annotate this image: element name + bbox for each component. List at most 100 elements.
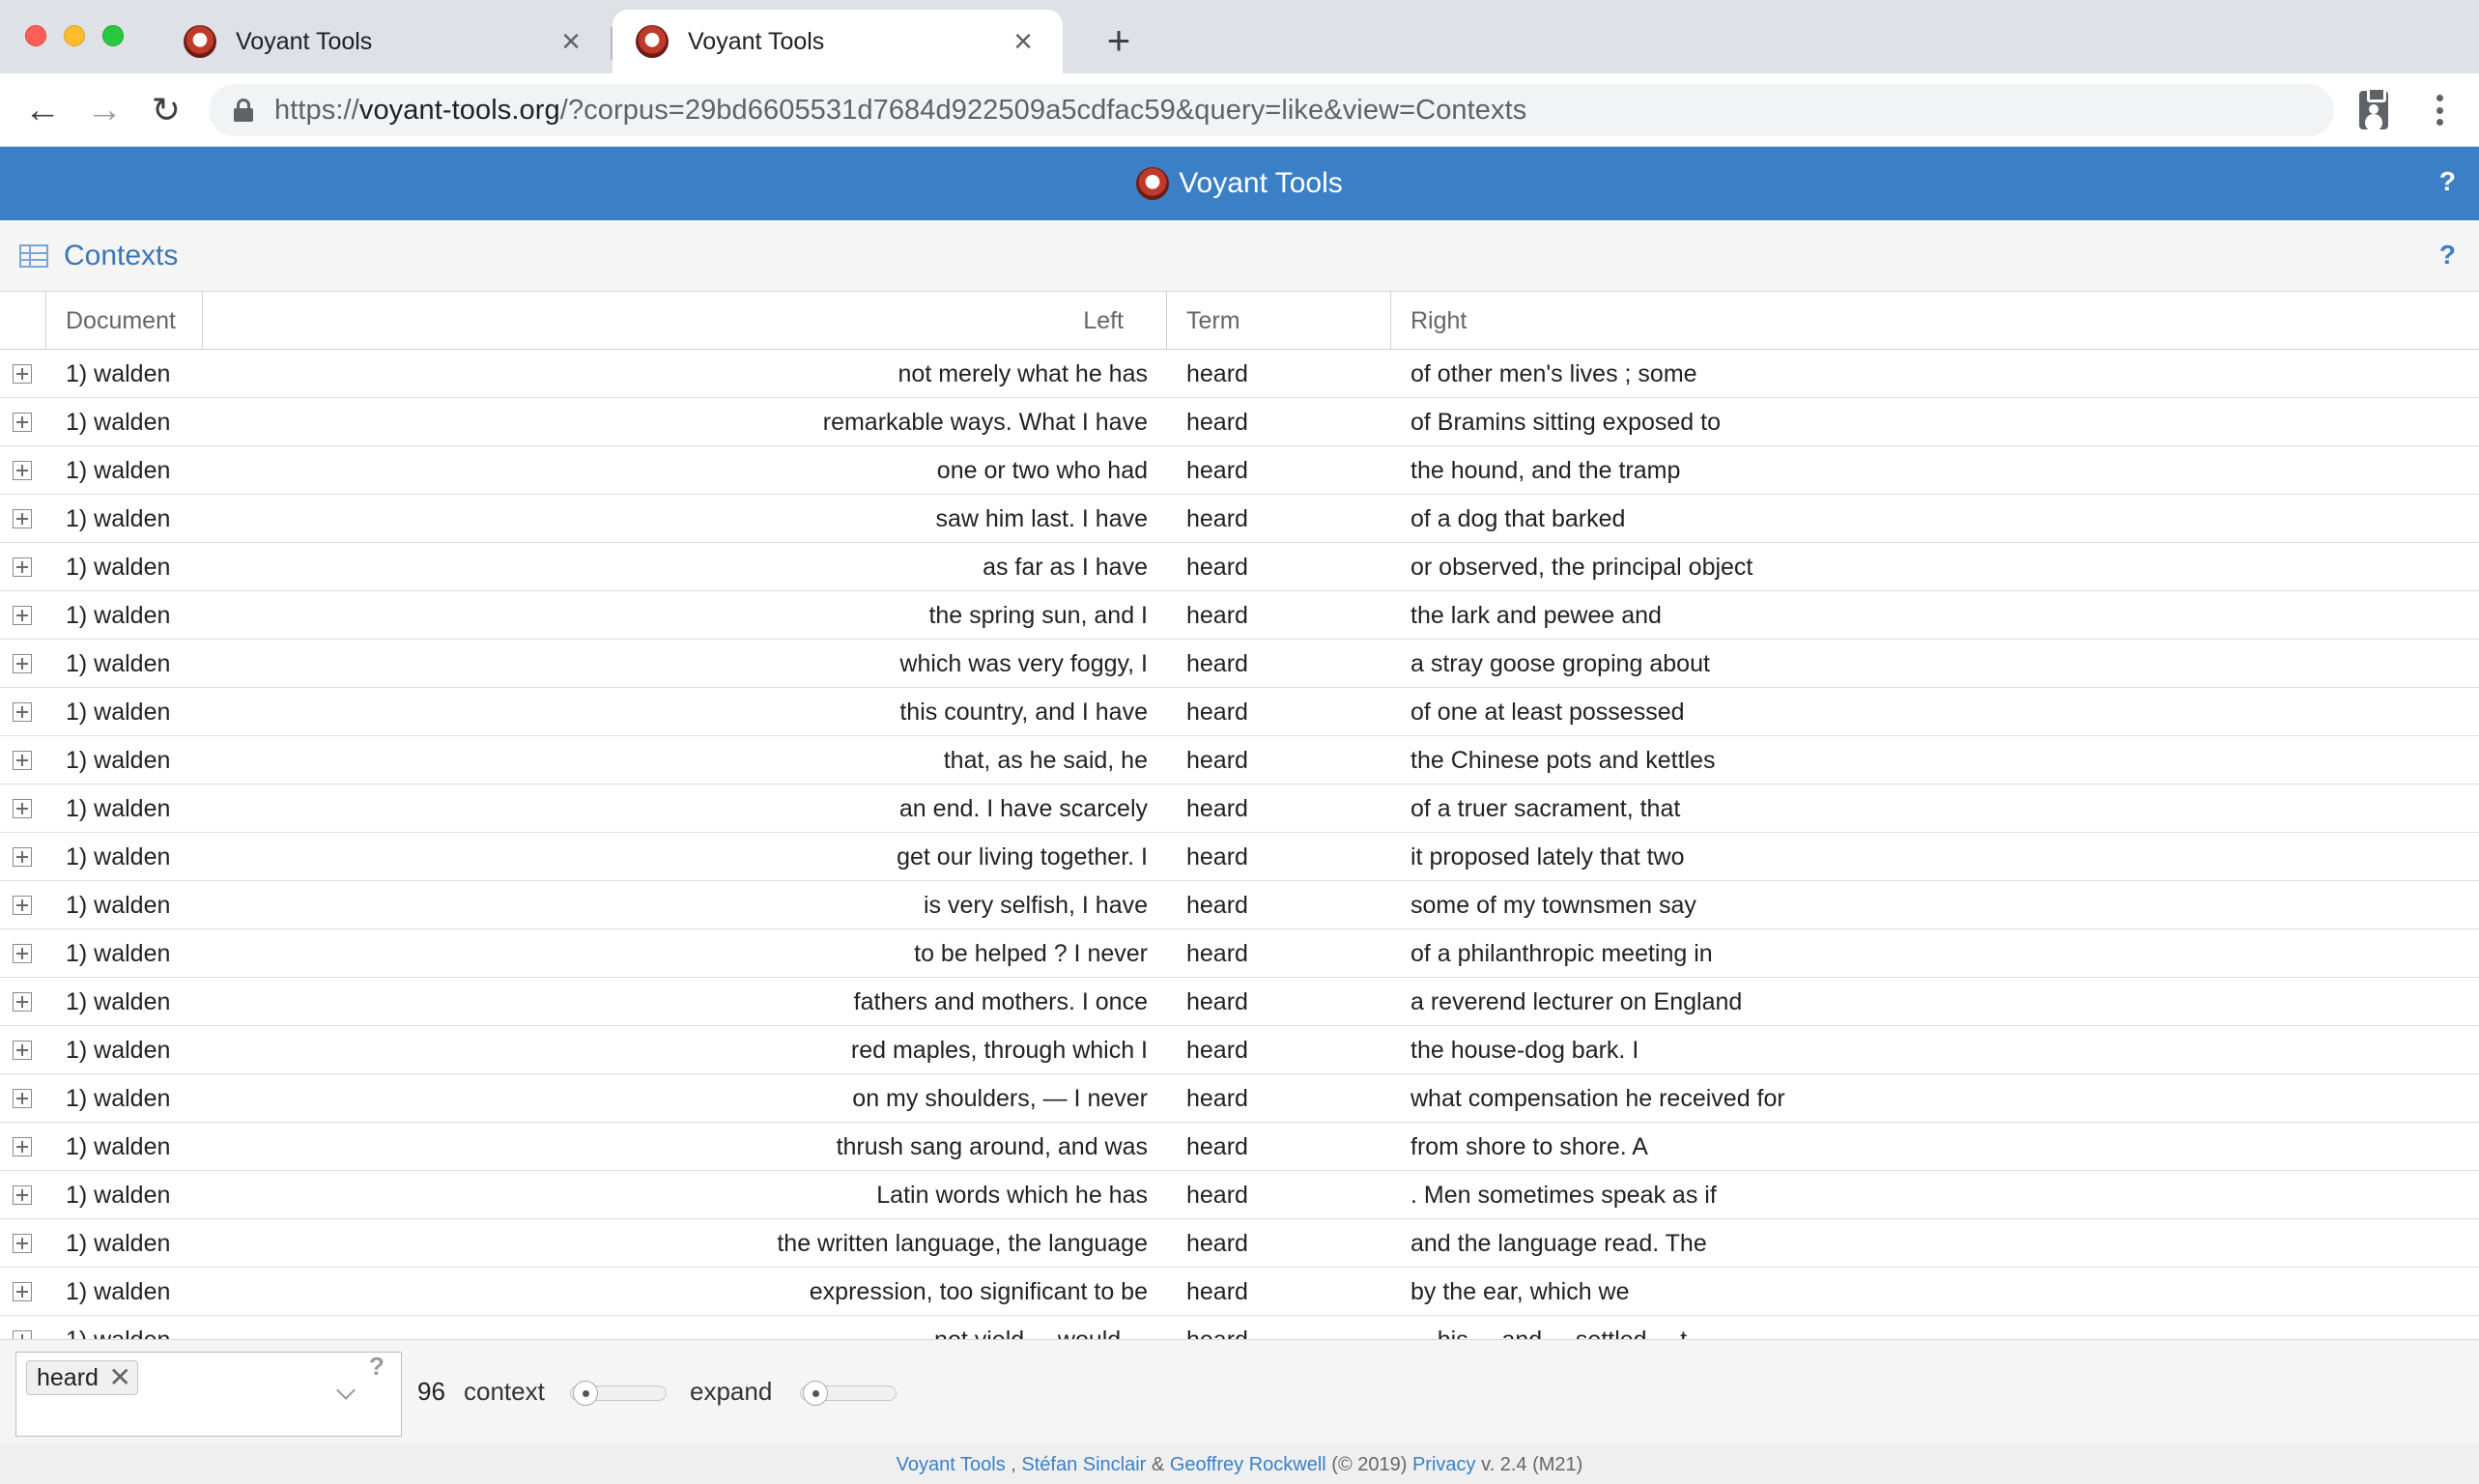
tab-close-icon[interactable]: × bbox=[555, 25, 587, 58]
cell-term: heard bbox=[1186, 699, 1248, 726]
chevron-down-icon[interactable] bbox=[335, 1382, 356, 1403]
column-header-term[interactable]: Term bbox=[1167, 292, 1391, 350]
context-label: context bbox=[464, 1377, 545, 1406]
expand-row-icon[interactable] bbox=[13, 1089, 32, 1108]
expand-row-icon[interactable] bbox=[13, 799, 32, 818]
forward-arrow-icon[interactable]: → bbox=[81, 87, 128, 133]
expand-row-icon[interactable] bbox=[13, 557, 32, 577]
expand-row-icon[interactable] bbox=[13, 364, 32, 384]
expand-row-icon[interactable] bbox=[13, 413, 32, 432]
table-row[interactable]: 1) walden as far as I have heard or observe… bbox=[0, 543, 2479, 591]
table-row[interactable]: 1) walden is very selfish, I have heard som… bbox=[0, 881, 2479, 929]
expand-row-icon[interactable] bbox=[13, 1041, 32, 1060]
expand-row-icon[interactable] bbox=[13, 702, 32, 722]
cell-left-context: that, as he said, he bbox=[943, 747, 1148, 774]
expand-row-icon[interactable] bbox=[13, 847, 32, 867]
cell-term: heard bbox=[1186, 795, 1248, 822]
footer-privacy-link[interactable]: Privacy bbox=[1412, 1454, 1476, 1475]
table-row[interactable]: 1) walden... not yield ... would ... hear… bbox=[0, 1316, 2479, 1339]
query-term-chip[interactable]: heard ✕ bbox=[26, 1360, 138, 1395]
table-grid-icon bbox=[19, 243, 48, 268]
footer-author1-link[interactable]: Stéfan Sinclair bbox=[1021, 1454, 1146, 1475]
table-row[interactable]: 1) walden get our living together. I heard… bbox=[0, 833, 2479, 881]
table-row[interactable]: 1) walden on my shoulders, — I never heard… bbox=[0, 1074, 2479, 1123]
term-search-field[interactable]: heard ✕ bbox=[15, 1352, 402, 1437]
context-slider[interactable] bbox=[570, 1381, 667, 1406]
table-row[interactable]: 1) walden which was very foggy, I heard a s… bbox=[0, 640, 2479, 688]
close-window-button[interactable] bbox=[25, 25, 46, 46]
table-row[interactable]: 1) walden remarkable ways. What I have hea… bbox=[0, 398, 2479, 446]
reload-icon[interactable]: ↻ bbox=[143, 87, 189, 133]
minimize-window-button[interactable] bbox=[64, 25, 85, 46]
expand-slider[interactable] bbox=[800, 1381, 897, 1406]
expand-row-icon[interactable] bbox=[13, 461, 32, 480]
table-row[interactable]: 1) walden an end. I have scarcely heard of … bbox=[0, 785, 2479, 833]
table-row[interactable]: 1) walden that, as he said, he heard the Ch… bbox=[0, 736, 2479, 785]
table-row[interactable]: 1) walden Latin words which he has heard . … bbox=[0, 1171, 2479, 1219]
cell-left-context: expression, too significant to be bbox=[809, 1278, 1148, 1305]
table-row[interactable]: 1) walden fathers and mothers. I once hear… bbox=[0, 978, 2479, 1026]
expand-row-icon[interactable] bbox=[13, 509, 32, 528]
lock-icon[interactable] bbox=[234, 99, 253, 122]
table-row[interactable]: 1) walden expression, too significant to … bbox=[0, 1268, 2479, 1316]
panel-help-button[interactable]: ? bbox=[2439, 240, 2456, 271]
cell-right-context: from shore to shore. A bbox=[1410, 1133, 1648, 1160]
expand-row-icon[interactable] bbox=[13, 896, 32, 915]
expand-row-icon[interactable] bbox=[13, 1234, 32, 1253]
term-help-button[interactable]: ? bbox=[369, 1352, 385, 1382]
cell-right-context: a reverend lecturer on England bbox=[1410, 988, 1743, 1015]
table-row[interactable]: 1) walden one or two who had heard the houn… bbox=[0, 446, 2479, 495]
app-title[interactable]: Voyant Tools bbox=[1179, 167, 1343, 200]
column-header-right[interactable]: Right bbox=[1391, 292, 2479, 350]
query-term-label: heard bbox=[37, 1364, 99, 1391]
back-arrow-icon[interactable]: ← bbox=[19, 87, 66, 133]
cell-left-context: red maples, through which I bbox=[850, 1037, 1148, 1064]
cell-right-context: the house-dog bark. I bbox=[1410, 1037, 1639, 1064]
expand-row-icon[interactable] bbox=[13, 1330, 32, 1339]
expand-row-icon[interactable] bbox=[13, 992, 32, 1012]
cell-left-context: get our living together. I bbox=[897, 843, 1148, 870]
tab-close-icon[interactable]: × bbox=[1007, 25, 1040, 58]
expand-row-icon[interactable] bbox=[13, 751, 32, 770]
clipboard-account-icon[interactable] bbox=[2359, 87, 2388, 129]
column-header-document[interactable]: Document bbox=[46, 292, 203, 350]
expand-row-icon[interactable] bbox=[13, 1282, 32, 1301]
expand-row-icon[interactable] bbox=[13, 1137, 32, 1156]
expand-label: expand bbox=[690, 1377, 773, 1406]
expand-slider-thumb[interactable] bbox=[803, 1381, 828, 1406]
new-tab-button[interactable]: + bbox=[1097, 19, 1140, 62]
table-row[interactable]: 1) walden to be helped ? I never heard of a… bbox=[0, 929, 2479, 978]
browser-tab-1[interactable]: Voyant Tools × bbox=[160, 10, 611, 73]
footer-voyant-link[interactable]: Voyant Tools bbox=[897, 1454, 1006, 1475]
cell-right-context: a stray goose groping about bbox=[1410, 650, 1710, 677]
cell-document: 1) walden bbox=[66, 602, 171, 629]
expand-row-icon[interactable] bbox=[13, 654, 32, 673]
table-row[interactable]: 1) walden thrush sang around, and was hear… bbox=[0, 1123, 2479, 1171]
context-slider-thumb[interactable] bbox=[573, 1381, 598, 1406]
table-row[interactable]: 1) walden saw him last. I have heard of a d… bbox=[0, 495, 2479, 543]
maximize-window-button[interactable] bbox=[102, 25, 124, 46]
cell-document: 1) walden bbox=[66, 892, 171, 919]
table-row[interactable]: 1) walden the written language, the langu… bbox=[0, 1219, 2479, 1268]
column-header-left[interactable]: Left bbox=[203, 292, 1167, 350]
expand-row-icon[interactable] bbox=[13, 606, 32, 625]
expand-row-icon[interactable] bbox=[13, 944, 32, 963]
table-row[interactable]: 1) walden red maples, through which I hear… bbox=[0, 1026, 2479, 1074]
table-row[interactable]: 1) walden the spring sun, and I heard the l… bbox=[0, 591, 2479, 640]
table-row[interactable]: 1) walden this country, and I have heard of… bbox=[0, 688, 2479, 736]
browser-tab-2-active[interactable]: Voyant Tools × bbox=[613, 10, 1063, 73]
table-row[interactable]: 1) walden not merely what he has heard of o… bbox=[0, 350, 2479, 398]
cell-left-context: thrush sang around, and was bbox=[836, 1133, 1148, 1160]
cell-document: 1) walden bbox=[66, 457, 171, 484]
remove-term-icon[interactable]: ✕ bbox=[108, 1361, 130, 1394]
app-help-button[interactable]: ? bbox=[2439, 166, 2456, 197]
cell-left-context: remarkable ways. What I have bbox=[822, 409, 1148, 436]
voyant-logo-icon bbox=[1136, 167, 1170, 200]
expand-row-icon[interactable] bbox=[13, 1185, 32, 1205]
cell-left-context: the written language, the language bbox=[777, 1230, 1148, 1257]
address-bar[interactable]: https://voyant-tools.org/?corpus=29bd660… bbox=[209, 84, 2334, 136]
voyant-favicon-icon bbox=[184, 25, 216, 58]
browser-menu-icon[interactable] bbox=[2425, 91, 2454, 129]
url-text[interactable]: https://voyant-tools.org/?corpus=29bd660… bbox=[274, 95, 1526, 127]
footer-author2-link[interactable]: Geoffrey Rockwell bbox=[1170, 1454, 1326, 1475]
